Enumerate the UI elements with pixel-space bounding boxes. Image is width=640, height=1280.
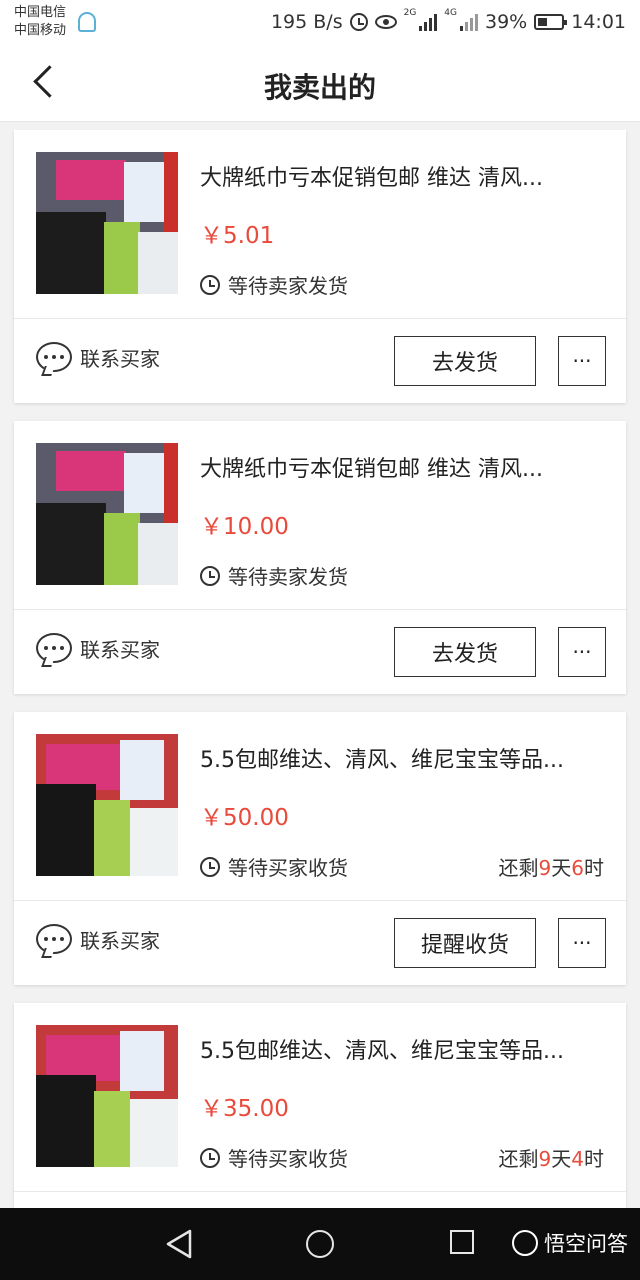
remaining-hour-unit: 时 [584,1147,604,1171]
clock-icon [200,1147,220,1168]
order-status: 等待买家收货 [200,852,348,881]
signal-icon-2 [460,13,478,31]
order-list[interactable]: 大牌纸巾亏本促销包邮 维达 清风... ￥5.01 等待卖家发货 联系买家 去发… [0,130,640,1208]
battery-percent: 39% [485,11,528,33]
remaining-hours: 6 [571,856,584,880]
remaining-day-unit: 天 [551,856,572,880]
item-title[interactable]: 大牌纸巾亏本促销包邮 维达 清风... [200,160,600,192]
status-indicators: 195 B/s 2G 4G 39% 14:01 [271,8,626,36]
order-card[interactable]: 5.5包邮维达、清风、维尼宝宝等品... ￥50.00 等待买家收货 还剩9天6… [14,712,626,985]
order-card[interactable]: 5.5包邮维达、清风、维尼宝宝等品... ￥35.00 等待买家收货 还剩9天4… [14,1003,626,1208]
status-text: 等待卖家发货 [228,565,348,589]
network-type-1: 2G [403,8,417,18]
item-price: ￥10.00 [200,514,289,540]
nav-back-icon[interactable] [164,1228,194,1260]
status-text: 等待买家收货 [228,1147,348,1171]
item-title[interactable]: 5.5包邮维达、清风、维尼宝宝等品... [200,742,600,774]
order-status: 等待卖家发货 [200,270,348,299]
remaining-days: 9 [538,1147,552,1171]
clock-icon [200,274,220,295]
contact-label: 联系买家 [80,346,160,371]
ship-button[interactable]: 去发货 [394,627,536,677]
divider [14,609,626,610]
nav-home-icon[interactable] [306,1230,334,1258]
order-card[interactable]: 大牌纸巾亏本促销包邮 维达 清风... ￥5.01 等待卖家发货 联系买家 去发… [14,130,626,403]
carrier-1: 中国电信 [14,5,67,20]
nav-recent-apps-icon[interactable] [450,1230,474,1254]
remind-receipt-button[interactable]: 提醒收货 [394,918,536,968]
alarm-icon [349,13,368,31]
remaining-days: 9 [538,856,552,880]
contact-buyer-button[interactable]: 联系买家 [36,633,160,663]
status-text: 等待卖家发货 [228,274,348,298]
remaining-time: 还剩9天6时 [499,852,604,881]
more-button[interactable]: ··· [558,627,606,677]
product-thumbnail[interactable] [36,152,178,294]
contact-label: 联系买家 [80,637,160,662]
page-title: 我卖出的 [263,71,376,104]
chat-bubble-icon [36,924,72,954]
remaining-prefix: 还剩 [498,1147,539,1171]
watermark-text: 悟空问答 [544,1232,628,1256]
remaining-time: 还剩9天4时 [499,1143,604,1172]
divider [14,900,626,901]
more-button[interactable]: ··· [558,336,606,386]
status-text: 等待买家收货 [228,856,348,880]
chat-bubble-icon [36,633,72,663]
wukong-logo-icon [512,1230,538,1256]
product-thumbnail[interactable] [36,1025,178,1167]
item-title[interactable]: 大牌纸巾亏本促销包邮 维达 清风... [200,451,600,483]
clock-icon [200,565,220,586]
item-price: ￥5.01 [200,223,275,249]
system-navigation-bar: 悟空问答 [0,1208,640,1280]
clock-time: 14:01 [571,11,626,33]
app-header: 我卖出的 [0,44,640,122]
order-status: 等待卖家发货 [200,561,348,590]
item-price: ￥50.00 [200,805,289,831]
network-type-2: 4G [444,8,457,18]
clock-icon [200,856,220,877]
remaining-hour-unit: 时 [584,856,604,880]
chat-bubble-icon [36,342,72,372]
more-button[interactable]: ··· [558,918,606,968]
item-title[interactable]: 5.5包邮维达、清风、维尼宝宝等品... [200,1033,600,1065]
signal-icon [419,13,438,31]
order-status: 等待买家收货 [200,1143,348,1172]
status-bar: 中国电信 中国移动 195 B/s 2G 4G 39% 14:01 [0,0,640,44]
divider [14,1191,626,1192]
battery-icon [534,14,568,30]
carrier-names: 中国电信 中国移动 [14,4,66,40]
contact-buyer-button[interactable]: 联系买家 [36,342,160,372]
remaining-prefix: 还剩 [498,856,539,880]
hd-call-icon [78,12,96,32]
watermark: 悟空问答 [512,1228,628,1258]
product-thumbnail[interactable] [36,734,178,876]
order-card[interactable]: 大牌纸巾亏本促销包邮 维达 清风... ￥10.00 等待卖家发货 联系买家 去… [14,421,626,694]
divider [14,318,626,319]
contact-buyer-button[interactable]: 联系买家 [36,924,160,954]
item-price: ￥35.00 [200,1096,289,1122]
product-thumbnail[interactable] [36,443,178,585]
remaining-hours: 4 [571,1147,584,1171]
remaining-day-unit: 天 [551,1147,572,1171]
carrier-2: 中国移动 [14,23,67,38]
eye-comfort-icon [374,15,397,29]
ship-button[interactable]: 去发货 [394,336,536,386]
network-speed: 195 B/s [270,11,343,33]
contact-label: 联系买家 [80,928,160,953]
